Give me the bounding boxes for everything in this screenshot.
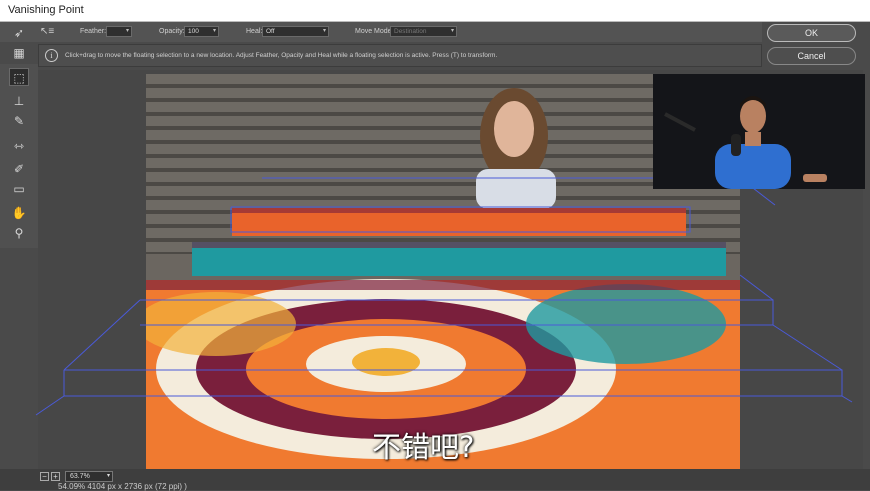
window-title-bar: Vanishing Point bbox=[0, 0, 870, 22]
move-mode-select[interactable]: Destination ▾ bbox=[390, 26, 457, 37]
edit-plane-tool[interactable]: ➶ bbox=[9, 24, 29, 42]
transform-tool[interactable]: ⇿ bbox=[9, 137, 29, 155]
arrow-icon: ➶ bbox=[13, 26, 25, 40]
minus-icon: − bbox=[42, 472, 47, 481]
eyedropper-icon: ✐ bbox=[13, 162, 25, 176]
zoom-icon: ⚲ bbox=[14, 226, 24, 240]
marquee-icon: ⬚ bbox=[13, 71, 25, 85]
marquee-tool[interactable]: ⬚ bbox=[9, 68, 29, 86]
document-image[interactable] bbox=[146, 74, 740, 469]
heal-select[interactable]: Off ▾ bbox=[262, 26, 329, 37]
chevron-down-icon: ▾ bbox=[212, 28, 216, 34]
brush-icon: ✎ bbox=[13, 114, 25, 128]
window-title: Vanishing Point bbox=[8, 4, 84, 16]
chevron-down-icon: ▾ bbox=[450, 28, 454, 34]
info-bar: i Click+drag to move the floating select… bbox=[38, 44, 762, 67]
options-menu-icon[interactable]: ↖≡ bbox=[40, 26, 54, 37]
info-icon: i bbox=[45, 49, 58, 62]
options-bar: ↖≡ Feather: ▾ Opacity: 100 ▾ Heal: Off ▾ M… bbox=[0, 22, 762, 42]
opacity-label: Opacity: bbox=[159, 28, 185, 35]
video-subtitle: 不错吧? bbox=[372, 430, 475, 464]
create-plane-tool[interactable]: ▦ bbox=[9, 44, 29, 62]
brush-tool[interactable]: ✎ bbox=[9, 112, 29, 130]
chevron-down-icon: ▾ bbox=[106, 473, 110, 479]
zoom-tool[interactable]: ⚲ bbox=[9, 224, 29, 242]
cancel-button[interactable]: Cancel bbox=[767, 47, 856, 65]
move-mode-label: Move Mode: bbox=[355, 28, 394, 35]
hand-icon: ✋ bbox=[11, 206, 27, 220]
opacity-field[interactable]: 100 ▾ bbox=[184, 26, 219, 37]
stamp-tool[interactable]: ⊥ bbox=[9, 92, 29, 110]
info-message: Click+drag to move the floating selectio… bbox=[65, 52, 498, 59]
zoom-in-button[interactable]: + bbox=[51, 472, 60, 481]
webcam-overlay bbox=[653, 74, 865, 189]
zoom-select[interactable]: 63.7% ▾ bbox=[65, 471, 113, 482]
steps-photo bbox=[146, 74, 740, 469]
chevron-down-icon: ▾ bbox=[125, 28, 129, 34]
chevron-down-icon: ▾ bbox=[322, 28, 326, 34]
measure-tool[interactable]: ▭ bbox=[9, 180, 29, 198]
feather-field[interactable]: ▾ bbox=[106, 26, 132, 37]
ruler-icon: ▭ bbox=[13, 182, 25, 196]
plus-icon: + bbox=[53, 472, 58, 481]
hand-tool[interactable]: ✋ bbox=[9, 204, 29, 222]
grid-icon: ▦ bbox=[13, 46, 25, 60]
zoom-out-button[interactable]: − bbox=[40, 472, 49, 481]
transform-icon: ⇿ bbox=[13, 139, 25, 153]
heal-label: Heal: bbox=[246, 28, 263, 35]
stamp-icon: ⊥ bbox=[13, 94, 25, 108]
presenter-image bbox=[653, 74, 865, 189]
feather-label: Feather: bbox=[80, 28, 107, 35]
ok-button[interactable]: OK bbox=[767, 24, 856, 42]
eyedropper-tool[interactable]: ✐ bbox=[9, 160, 29, 178]
